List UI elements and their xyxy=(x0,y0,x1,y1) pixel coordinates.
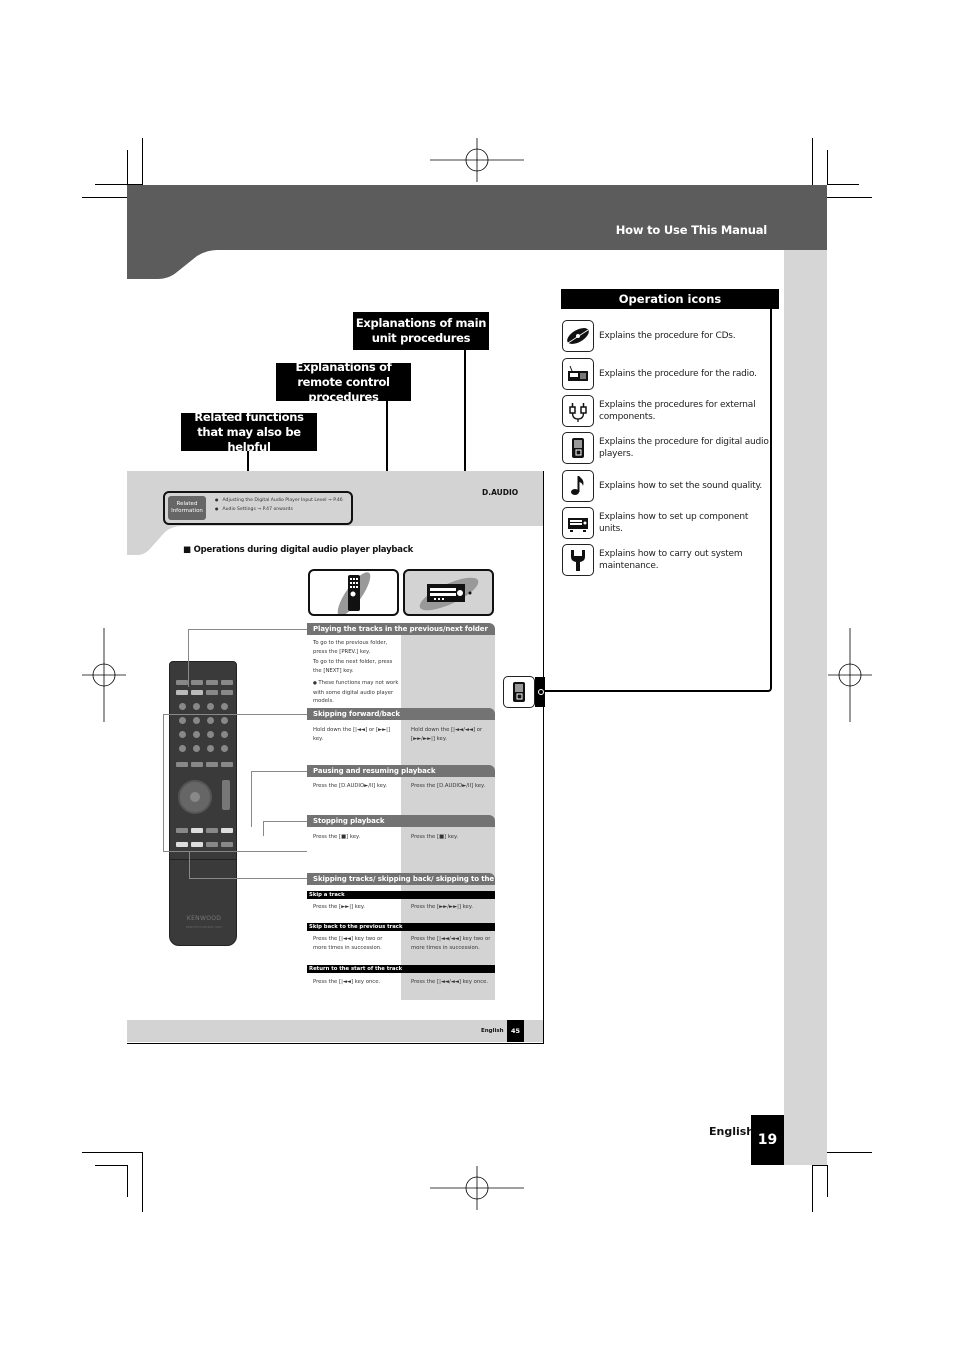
main-unit-icon xyxy=(419,577,478,610)
procedure-remote-text: To go to the previous folder, press the … xyxy=(313,640,388,655)
procedure-title: Pausing and resuming playback xyxy=(307,765,495,777)
procedure-title: Skipping tracks/ skipping back/ skipping… xyxy=(307,873,515,885)
sample-page-fold-shape xyxy=(127,526,182,555)
registration-mark-bottom xyxy=(430,1166,524,1210)
procedure-unit-text: Press the [►►/►►|] key. xyxy=(411,904,473,910)
related-information-box: Related Information Adjusting the Digita… xyxy=(163,491,353,525)
page-section-title: How to Use This Manual xyxy=(615,223,767,237)
music-note-icon xyxy=(562,470,594,502)
sample-page-number: 45 xyxy=(507,1020,524,1042)
operation-icon-item: Explains the procedures for external com… xyxy=(562,395,772,427)
remote-procedure-icon-box xyxy=(308,569,399,616)
procedure-unit-text: Press the [|◄◄/◄◄] key once. xyxy=(411,979,489,985)
procedure-unit-text: Hold down the [|◄◄/◄◄] or [►►/►►|] key. xyxy=(411,727,483,742)
operation-icon-item: Explains the procedure for the radio. xyxy=(562,358,772,390)
radio-icon xyxy=(562,358,594,390)
crop-mark xyxy=(95,1165,128,1166)
operation-icon-item: Explains the procedure for CDs. xyxy=(562,320,772,352)
cd-icon xyxy=(562,320,594,352)
crop-mark xyxy=(812,1165,827,1166)
procedure-remote-text: To go to the next folder, press the [NEX… xyxy=(313,659,393,674)
procedure-subtitle: Skip a track xyxy=(307,891,495,899)
callout-related: Related functions that may also be helpf… xyxy=(181,410,317,454)
operation-icon-item: Explains how to set up component units. xyxy=(562,507,772,539)
procedure-note: These functions may not work with some d… xyxy=(313,679,401,706)
registration-mark-right xyxy=(828,628,872,722)
procedure-unit-text: Press the [|◄◄/◄◄] key two or more times… xyxy=(411,936,491,951)
operation-icon-item: Explains how to set the sound quality. xyxy=(562,470,772,502)
procedure-remote-text: Press the [|◄◄] key once. xyxy=(313,979,381,985)
connector-line xyxy=(263,821,307,836)
header-band xyxy=(127,185,827,250)
remote-brand: KENWOOD xyxy=(186,915,222,922)
procedure-title: Playing the tracks in the previous/next … xyxy=(307,623,495,635)
related-link[interactable]: Audio Settings → P.47 onwards xyxy=(215,506,293,512)
operation-icon-item: Explains the procedure for digital audio… xyxy=(562,432,772,464)
procedure-title: Skipping forward/back xyxy=(307,708,495,720)
crop-mark xyxy=(827,150,828,185)
related-information-badge: Related Information xyxy=(168,496,206,520)
registration-mark-top xyxy=(430,138,524,182)
procedure-remote-text: Press the [D.AUDIO►/II] key. xyxy=(313,783,388,789)
wrench-icon xyxy=(562,544,594,576)
procedure-unit-text: Press the [■] key. xyxy=(411,834,459,840)
procedure-remote-text: Press the [►►|] key. xyxy=(313,904,365,910)
crop-mark xyxy=(127,1165,128,1197)
procedure-subtitle: Return to the start of the track xyxy=(307,965,495,973)
operation-icons-header: Operation icons xyxy=(561,289,779,309)
callout-remote: Explanations of remote control procedure… xyxy=(276,360,411,404)
operation-tab xyxy=(503,676,545,708)
crop-mark xyxy=(127,150,128,185)
crop-mark xyxy=(142,1152,143,1212)
page-number: 19 xyxy=(751,1115,784,1165)
digital-audio-player-icon xyxy=(562,432,594,464)
connector-line xyxy=(251,771,307,827)
main-unit-procedure-icon-box xyxy=(403,569,494,616)
procedure-remote-text: Hold down the [|◄◄] or [►►|] key. xyxy=(313,727,391,742)
digital-audio-player-icon xyxy=(503,676,535,708)
connector-dot xyxy=(538,689,544,695)
crop-mark xyxy=(82,1152,142,1153)
external-components-icon xyxy=(562,395,594,427)
connector-line xyxy=(189,851,307,879)
remote-control-icon xyxy=(337,571,370,614)
sample-page-language: English xyxy=(481,1028,504,1034)
related-link[interactable]: Adjusting the Digital Audio Player Input… xyxy=(215,497,343,503)
sample-page: Related Information Adjusting the Digita… xyxy=(127,471,544,1044)
procedure-title: Stopping playback xyxy=(307,815,495,827)
operation-icon-item: Explains how to carry out system mainten… xyxy=(562,544,772,576)
component-unit-icon xyxy=(562,507,594,539)
page-language: English xyxy=(709,1125,755,1138)
header-tab-shape xyxy=(127,250,217,279)
registration-mark-left xyxy=(82,628,126,722)
crop-mark xyxy=(827,1152,872,1153)
procedure-remote-text: Press the [|◄◄] key two or more times in… xyxy=(313,936,383,951)
remote-model: REMOTE CONTROL UNIT xyxy=(185,925,223,929)
procedure-subtitle: Skip back to the previous track xyxy=(307,923,495,931)
crop-mark xyxy=(827,184,859,185)
callout-main-unit: Explanations of main unit procedures xyxy=(353,312,489,350)
procedure-unit-text: Press the [D.AUDIO►/II] key. xyxy=(411,783,486,789)
procedure-remote-text: Press the [■] key. xyxy=(313,834,361,840)
connector-line xyxy=(188,629,307,687)
crop-mark xyxy=(827,1165,828,1197)
source-label: D.AUDIO xyxy=(482,488,519,497)
side-column xyxy=(784,250,827,1165)
sample-section-title: Operations during digital audio player p… xyxy=(183,545,414,555)
